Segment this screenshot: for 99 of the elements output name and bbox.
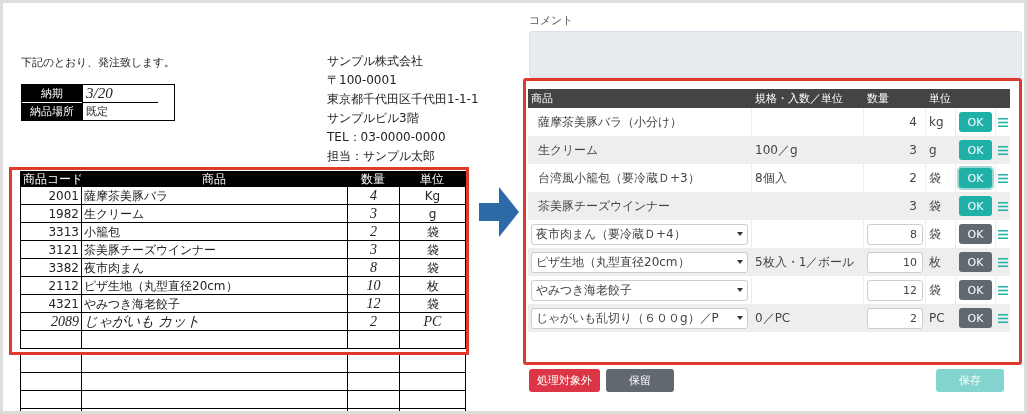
table-cell: Kg xyxy=(399,187,465,205)
column-header: 商品 xyxy=(528,89,752,108)
table-cell: 生クリーム xyxy=(528,136,752,164)
ok-button[interactable]: OK xyxy=(959,224,992,244)
caret-icon xyxy=(737,288,743,292)
column-header: 単位 xyxy=(926,89,956,108)
product-select[interactable]: やみつき海老餃子 xyxy=(531,279,748,301)
table-cell: 1982 xyxy=(21,205,81,223)
hold-button[interactable]: 保留 xyxy=(606,369,674,392)
table-cell: 枚 xyxy=(926,248,956,276)
table-cell: 2112 xyxy=(21,277,81,295)
table-cell: g xyxy=(926,136,956,164)
product-select[interactable]: 夜市肉まん（要冷蔵Ｄ+4） xyxy=(531,223,748,245)
quantity-field[interactable]: 8 xyxy=(867,223,923,245)
table-cell: 3 xyxy=(347,241,399,259)
intro-text: 下記のとおり、発注致します。 xyxy=(21,55,175,70)
table-cell: 2089 xyxy=(21,313,81,331)
caret-icon xyxy=(737,316,743,320)
menu-icon[interactable] xyxy=(998,229,1008,239)
comment-label: コメント xyxy=(529,13,574,28)
table-cell: 小籠包 xyxy=(81,223,347,241)
table-cell: 0／PC xyxy=(752,304,864,332)
table-cell: 茶美豚チーズウインナー xyxy=(528,192,752,220)
quantity-field[interactable]: 2 xyxy=(867,307,923,329)
sender-line: 担当：サンプル太郎 xyxy=(327,148,436,165)
quantity-field[interactable]: 10 xyxy=(867,251,923,273)
product-select[interactable]: じゃがいも乱切り（６００g）／P xyxy=(531,307,748,329)
column-header: 規格・入数／単位 xyxy=(752,89,864,108)
table-cell: 10 xyxy=(347,277,399,295)
column-header: 単位 xyxy=(399,171,465,187)
arrow-icon xyxy=(479,187,519,237)
field-value: 既定 xyxy=(82,103,158,120)
sender-line: 〒100-0001 xyxy=(327,72,398,89)
table-cell xyxy=(347,355,399,373)
table-cell: 3 xyxy=(347,205,399,223)
caret-icon xyxy=(737,232,743,236)
column-header: 数量 xyxy=(864,89,926,108)
table-cell: 夜市肉まん xyxy=(81,259,347,277)
table-cell: 4321 xyxy=(21,295,81,313)
table-cell: 3 xyxy=(864,136,926,164)
table-cell: 3 xyxy=(864,192,926,220)
table-cell: g xyxy=(399,205,465,223)
table-cell: 袋 xyxy=(926,192,956,220)
table-cell: やみつき海老餃子 xyxy=(81,295,347,313)
table-cell: 8 xyxy=(347,259,399,277)
menu-icon[interactable] xyxy=(998,201,1008,211)
sender-line: サンプルビル3階 xyxy=(327,110,420,127)
column-header: 商品コード xyxy=(21,171,81,187)
sender-line: 東京都千代田区千代田1-1-1 xyxy=(327,91,477,108)
menu-icon[interactable] xyxy=(998,257,1008,267)
table-cell: 袋 xyxy=(399,295,465,313)
comment-field[interactable] xyxy=(529,31,1022,78)
menu-icon[interactable] xyxy=(998,173,1008,183)
table-cell: じゃがいも カット xyxy=(81,313,347,331)
field-label: 納期 xyxy=(22,85,82,102)
exclude-button[interactable]: 処理対象外 xyxy=(529,369,600,392)
quantity-field[interactable]: 12 xyxy=(867,279,923,301)
table-cell: 枚 xyxy=(399,277,465,295)
table-cell: 薩摩茶美豚バラ xyxy=(81,187,347,205)
table-cell: 8個入 xyxy=(752,164,864,192)
menu-icon[interactable] xyxy=(998,145,1008,155)
table-cell xyxy=(347,391,399,409)
ok-button[interactable]: OK xyxy=(959,308,992,328)
table-cell xyxy=(347,373,399,391)
table-cell: 3382 xyxy=(21,259,81,277)
table-cell: 生クリーム xyxy=(81,205,347,223)
menu-icon[interactable] xyxy=(998,313,1008,323)
menu-icon[interactable] xyxy=(998,285,1008,295)
table-cell: PC xyxy=(399,313,465,331)
table-cell: 4 xyxy=(347,187,399,205)
field-label: 納品場所 xyxy=(22,103,82,120)
table-cell: 袋 xyxy=(399,259,465,277)
sender-line: サンプル株式会社 xyxy=(327,53,424,70)
table-cell: 袋 xyxy=(926,164,956,192)
table-cell: 2 xyxy=(347,313,399,331)
table-cell: PC xyxy=(926,304,956,332)
table-cell: 5枚入・1／ボール xyxy=(752,248,864,276)
table-cell: 袋 xyxy=(926,220,956,248)
table-cell: 袋 xyxy=(399,241,465,259)
table-cell: 袋 xyxy=(926,276,956,304)
table-cell: 2 xyxy=(347,223,399,241)
table-cell xyxy=(347,331,399,349)
table-cell: 2001 xyxy=(21,187,81,205)
column-header: 商品 xyxy=(81,171,347,187)
ok-button[interactable]: OK xyxy=(959,280,992,300)
table-cell: ピザ生地（丸型直径20cm） xyxy=(81,277,347,295)
table-cell: 100／g xyxy=(752,136,864,164)
table-cell: 3121 xyxy=(21,241,81,259)
ok-button[interactable]: OK xyxy=(959,252,992,272)
menu-icon[interactable] xyxy=(998,117,1008,127)
column-header: 数量 xyxy=(347,171,399,187)
table-cell: 3313 xyxy=(21,223,81,241)
field-value: 3/20 xyxy=(82,85,158,103)
caret-icon xyxy=(737,260,743,264)
table-cell: 袋 xyxy=(399,223,465,241)
table-cell: 茶美豚チーズウインナー xyxy=(81,241,347,259)
table-cell: 12 xyxy=(347,295,399,313)
sender-line: TEL：03-0000-0000 xyxy=(327,129,447,146)
product-select[interactable]: ピザ生地（丸型直径20cm） xyxy=(531,251,748,273)
